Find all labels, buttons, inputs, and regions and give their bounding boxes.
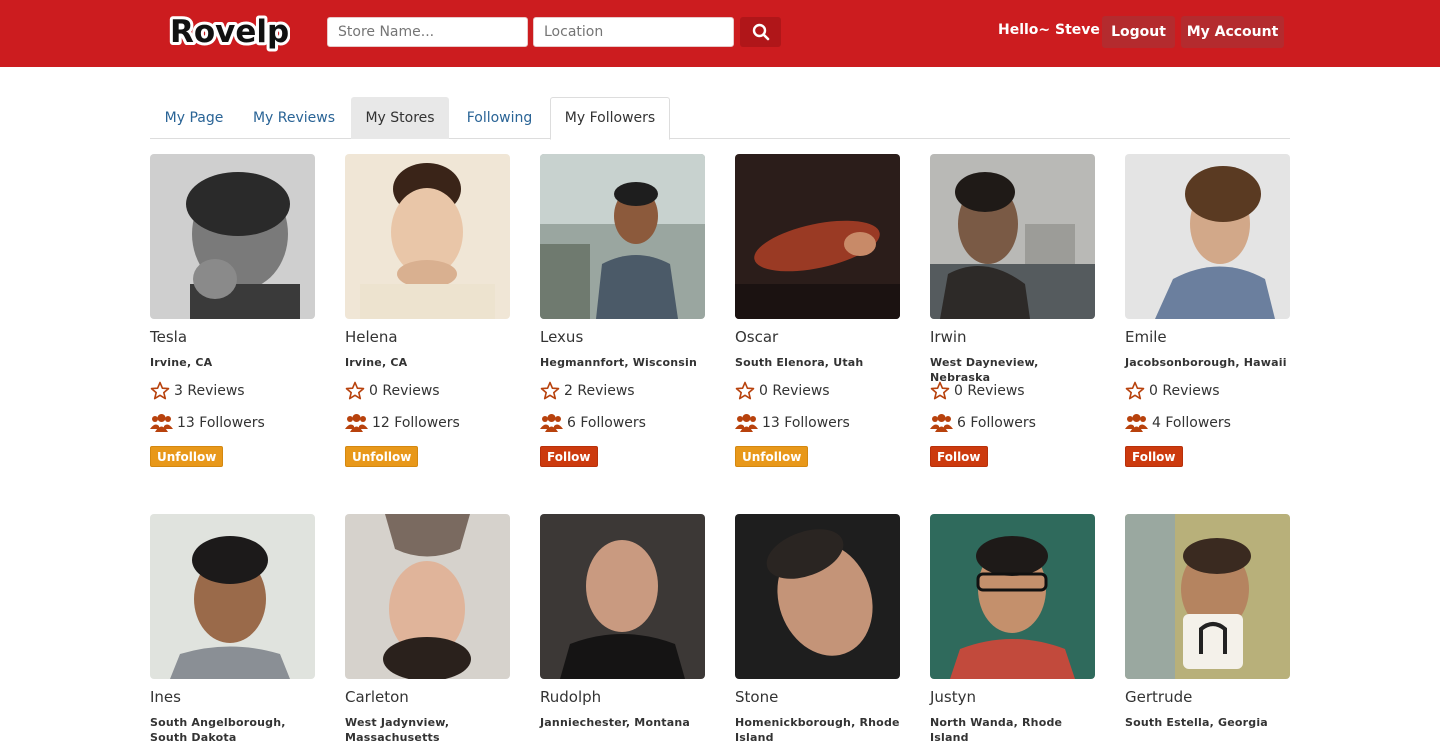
review-count-text: 0 Reviews bbox=[954, 383, 1025, 399]
users-icon bbox=[1125, 414, 1148, 432]
my-account-button[interactable]: My Account bbox=[1181, 16, 1284, 48]
follower-count-text: 12 Followers bbox=[372, 415, 460, 431]
search-icon bbox=[752, 23, 769, 41]
avatar[interactable] bbox=[540, 154, 705, 319]
star-icon bbox=[1125, 381, 1145, 400]
follower-name[interactable]: Irwin bbox=[930, 328, 967, 346]
follower-location: South Elenora, Utah bbox=[735, 356, 864, 369]
follow-button[interactable]: Follow bbox=[1125, 446, 1183, 467]
review-count-text: 0 Reviews bbox=[759, 383, 830, 399]
review-count-text: 2 Reviews bbox=[564, 383, 635, 399]
follower-name[interactable]: Justyn bbox=[930, 688, 976, 706]
avatar[interactable] bbox=[930, 154, 1095, 319]
unfollow-button[interactable]: Unfollow bbox=[735, 446, 809, 467]
avatar[interactable] bbox=[150, 154, 315, 319]
follower-count-text: 6 Followers bbox=[567, 415, 646, 431]
follower-count: 6 Followers bbox=[930, 413, 1036, 433]
avatar[interactable] bbox=[345, 514, 510, 679]
users-icon bbox=[540, 414, 563, 432]
review-count: 0 Reviews bbox=[345, 381, 440, 401]
follower-name[interactable]: Carleton bbox=[345, 688, 409, 706]
profile-tabs: My Page My Reviews My Stores Following M… bbox=[150, 97, 1290, 140]
star-icon bbox=[930, 381, 950, 400]
follower-location: Homenickborough, Rhode Island bbox=[735, 716, 900, 744]
avatar[interactable] bbox=[540, 514, 705, 679]
follower-name[interactable]: Tesla bbox=[150, 328, 187, 346]
follower-location: West Jadynview, Massachusetts bbox=[345, 716, 450, 744]
follower-count: 4 Followers bbox=[1125, 413, 1231, 433]
tab-my-reviews[interactable]: My Reviews bbox=[242, 97, 346, 139]
users-icon bbox=[930, 414, 953, 432]
tab-my-page[interactable]: My Page bbox=[150, 97, 238, 139]
follower-count-text: 6 Followers bbox=[957, 415, 1036, 431]
review-count-text: 3 Reviews bbox=[174, 383, 245, 399]
follower-name[interactable]: Gertrude bbox=[1125, 688, 1192, 706]
review-count: 0 Reviews bbox=[930, 381, 1025, 401]
star-icon bbox=[540, 381, 560, 400]
top-navbar: Rovelp Rovelp Hello~ Steve Logout My Acc… bbox=[0, 0, 1440, 67]
follower-location: Irvine, CA bbox=[345, 356, 408, 369]
follower-name[interactable]: Rudolph bbox=[540, 688, 601, 706]
avatar[interactable] bbox=[1125, 514, 1290, 679]
review-count-text: 0 Reviews bbox=[369, 383, 440, 399]
unfollow-button[interactable]: Unfollow bbox=[150, 446, 224, 467]
tab-my-followers[interactable]: My Followers bbox=[550, 97, 670, 140]
review-count: 0 Reviews bbox=[1125, 381, 1220, 401]
follower-location: North Wanda, Rhode Island bbox=[930, 716, 1063, 744]
users-icon bbox=[735, 414, 758, 432]
avatar[interactable] bbox=[930, 514, 1095, 679]
review-count: 3 Reviews bbox=[150, 381, 245, 401]
users-icon bbox=[150, 414, 173, 432]
greeting-text: Hello~ Steve bbox=[998, 22, 1100, 38]
search-button[interactable] bbox=[740, 17, 781, 47]
avatar[interactable] bbox=[735, 514, 900, 679]
follower-name[interactable]: Lexus bbox=[540, 328, 583, 346]
tab-my-stores[interactable]: My Stores bbox=[351, 97, 449, 139]
star-icon bbox=[150, 381, 170, 400]
follow-button[interactable]: Follow bbox=[930, 446, 988, 467]
follower-location: Hegmannfort, Wisconsin bbox=[540, 356, 698, 369]
follower-count: 13 Followers bbox=[735, 413, 850, 433]
follower-location: South Estella, Georgia bbox=[1125, 716, 1268, 729]
follower-name[interactable]: Oscar bbox=[735, 328, 778, 346]
review-count-text: 0 Reviews bbox=[1149, 383, 1220, 399]
location-input[interactable] bbox=[533, 17, 734, 47]
store-name-input[interactable] bbox=[327, 17, 528, 47]
svg-text:Rovelp: Rovelp bbox=[170, 14, 289, 50]
follower-count-text: 13 Followers bbox=[177, 415, 265, 431]
follower-name[interactable]: Helena bbox=[345, 328, 398, 346]
users-icon bbox=[345, 414, 368, 432]
review-count: 0 Reviews bbox=[735, 381, 830, 401]
follower-count-text: 4 Followers bbox=[1152, 415, 1231, 431]
follower-name[interactable]: Emile bbox=[1125, 328, 1167, 346]
follow-button[interactable]: Follow bbox=[540, 446, 598, 467]
avatar[interactable] bbox=[735, 154, 900, 319]
follower-location: Jacobsonborough, Hawaii bbox=[1125, 356, 1287, 369]
follower-location: South Angelborough, South Dakota bbox=[150, 716, 286, 744]
follower-name[interactable]: Ines bbox=[150, 688, 181, 706]
rovelp-logo[interactable]: Rovelp Rovelp bbox=[168, 6, 290, 58]
avatar[interactable] bbox=[345, 154, 510, 319]
avatar[interactable] bbox=[1125, 154, 1290, 319]
follower-count: 13 Followers bbox=[150, 413, 265, 433]
unfollow-button[interactable]: Unfollow bbox=[345, 446, 419, 467]
avatar[interactable] bbox=[150, 514, 315, 679]
logout-button[interactable]: Logout bbox=[1102, 16, 1175, 48]
tab-following[interactable]: Following bbox=[453, 97, 546, 139]
review-count: 2 Reviews bbox=[540, 381, 635, 401]
star-icon bbox=[735, 381, 755, 400]
follower-count: 12 Followers bbox=[345, 413, 460, 433]
follower-name[interactable]: Stone bbox=[735, 688, 778, 706]
follower-location: Janniechester, Montana bbox=[540, 716, 690, 729]
follower-count-text: 13 Followers bbox=[762, 415, 850, 431]
follower-location: Irvine, CA bbox=[150, 356, 213, 369]
star-icon bbox=[345, 381, 365, 400]
follower-count: 6 Followers bbox=[540, 413, 646, 433]
